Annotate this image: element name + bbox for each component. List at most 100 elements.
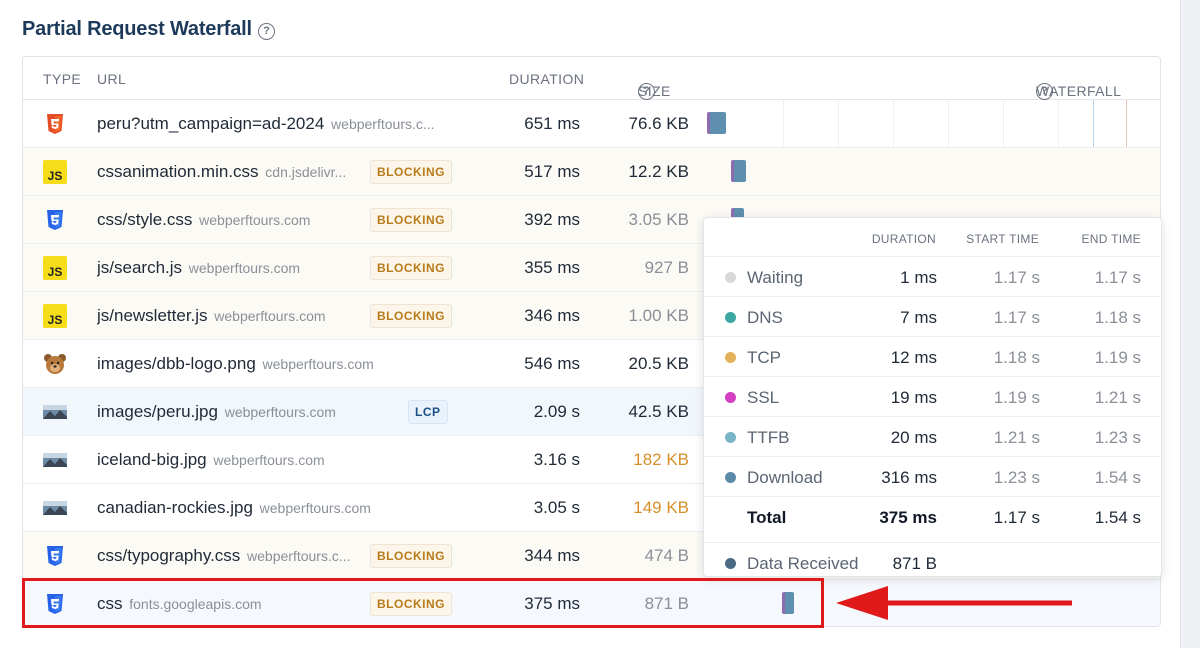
blocking-badge: BLOCKING xyxy=(370,208,452,232)
tooltip-header-start: START TIME xyxy=(966,232,1039,246)
image-thumb-icon xyxy=(43,400,67,424)
request-size: 42.5 KB xyxy=(628,402,690,421)
phase-end: 1.19 s xyxy=(1094,348,1141,367)
request-duration: 355 ms xyxy=(524,258,580,277)
timing-tooltip: DURATION START TIME END TIME Waiting 1 ms… xyxy=(703,217,1162,577)
size-help-icon[interactable]: ? xyxy=(638,83,655,100)
request-duration: 546 ms xyxy=(524,354,580,373)
column-header-type[interactable]: TYPE xyxy=(43,71,81,87)
request-url[interactable]: cssanimation.min.css cdn.jsdelivr... xyxy=(97,162,346,182)
help-icon[interactable]: ? xyxy=(257,22,275,40)
request-duration: 344 ms xyxy=(524,546,580,565)
request-size: 20.5 KB xyxy=(628,354,690,373)
table-row[interactable]: JS cssanimation.min.css cdn.jsdelivr... BL… xyxy=(23,148,1160,196)
phase-start: 1.18 s xyxy=(993,348,1040,367)
request-url[interactable]: css/typography.css webperftours.c... xyxy=(97,546,351,566)
request-url-path: peru?utm_campaign=ad-2024 xyxy=(97,114,325,133)
svg-text:JS: JS xyxy=(48,265,63,279)
request-url[interactable]: images/dbb-logo.png webperftours.com xyxy=(97,354,374,374)
request-url-path: canadian-rockies.jpg xyxy=(97,498,253,517)
request-duration: 651 ms xyxy=(524,114,580,133)
request-url-path: css/style.css xyxy=(97,210,193,229)
request-size: 1.00 KB xyxy=(628,306,690,325)
column-header-url[interactable]: URL xyxy=(97,71,126,87)
blocking-badge: BLOCKING xyxy=(370,256,452,280)
blocking-badge: BLOCKING xyxy=(370,160,452,184)
section-title: Partial Request Waterfall ? xyxy=(22,18,275,41)
section-title-text: Partial Request Waterfall xyxy=(22,18,252,40)
phase-color-dot xyxy=(725,312,736,323)
request-url[interactable]: canadian-rockies.jpg webperftours.com xyxy=(97,498,371,518)
request-size: 149 KB xyxy=(633,498,689,517)
request-duration: 3.05 s xyxy=(533,498,580,517)
request-duration: 517 ms xyxy=(524,162,580,181)
request-host: webperftours.c... xyxy=(247,548,351,564)
waterfall-bar[interactable] xyxy=(731,160,747,182)
tooltip-header-duration: DURATION xyxy=(871,232,936,246)
column-header-duration[interactable]: DURATION xyxy=(509,71,584,87)
table-header: TYPE URL DURATION SIZE ? WATERFALL ? xyxy=(23,57,1160,100)
waterfall-help-icon[interactable]: ? xyxy=(1036,83,1053,100)
request-size: 3.05 KB xyxy=(628,210,690,229)
total-duration: 375 ms xyxy=(879,508,937,527)
request-url-path: iceland-big.jpg xyxy=(97,450,207,469)
phase-end: 1.23 s xyxy=(1094,428,1141,447)
request-url-path: cssanimation.min.css xyxy=(97,162,259,181)
phase-color-dot xyxy=(725,392,736,403)
phase-start: 1.17 s xyxy=(993,268,1040,287)
phase-color-dot xyxy=(725,352,736,363)
received-label: Data Received xyxy=(747,554,859,573)
tooltip-phase-row: DNS 7 ms 1.17 s 1.18 s xyxy=(704,296,1161,336)
tooltip-phase-row: SSL 19 ms 1.19 s 1.21 s xyxy=(704,376,1161,416)
request-host: cdn.jsdelivr... xyxy=(265,164,347,180)
request-duration: 2.09 s xyxy=(533,402,580,421)
phase-label: Waiting xyxy=(747,268,804,287)
request-url[interactable]: css/style.css webperftours.com xyxy=(97,210,310,230)
request-duration: 392 ms xyxy=(524,210,580,229)
selected-row-highlight xyxy=(22,578,824,628)
request-url-path: images/peru.jpg xyxy=(97,402,218,421)
css-icon xyxy=(43,208,67,232)
request-host: webperftours.com xyxy=(262,356,374,372)
request-host: webperftours.com xyxy=(259,500,371,516)
js-icon: JS xyxy=(43,304,67,328)
request-duration: 3.16 s xyxy=(533,450,580,469)
total-label: Total xyxy=(747,508,787,527)
request-host: webperftours.com xyxy=(188,260,301,276)
scrollbar-track[interactable] xyxy=(1180,0,1200,648)
phase-end: 1.18 s xyxy=(1094,308,1141,327)
phase-color-dot xyxy=(725,432,736,443)
total-start: 1.17 s xyxy=(993,508,1040,527)
phase-label: SSL xyxy=(747,388,780,407)
request-url[interactable]: js/search.js webperftours.com xyxy=(97,258,300,278)
tooltip-total-row: Total 375 ms 1.17 s 1.54 s xyxy=(704,496,1161,536)
html-icon xyxy=(43,112,67,136)
request-host: webperftours.com xyxy=(199,212,311,228)
js-icon: JS xyxy=(43,256,67,280)
phase-duration: 20 ms xyxy=(890,428,937,447)
request-url-path: images/dbb-logo.png xyxy=(97,354,256,373)
request-size: 474 B xyxy=(644,546,689,565)
phase-label: Download xyxy=(747,468,823,487)
tooltip-header-end: END TIME xyxy=(1081,232,1141,246)
waterfall-bar[interactable] xyxy=(707,112,726,134)
received-value: 871 B xyxy=(892,554,937,573)
total-end: 1.54 s xyxy=(1094,508,1141,527)
svg-text:JS: JS xyxy=(48,169,63,183)
phase-color-dot xyxy=(725,272,736,283)
table-row[interactable]: peru?utm_campaign=ad-2024 webperftours.c… xyxy=(23,100,1160,148)
phase-start: 1.21 s xyxy=(993,428,1040,447)
request-url[interactable]: iceland-big.jpg webperftours.com xyxy=(97,450,325,470)
request-url[interactable]: images/peru.jpg webperftours.com xyxy=(97,402,336,422)
phase-duration: 7 ms xyxy=(900,308,937,327)
css-icon xyxy=(43,544,67,568)
tooltip-received-row: Data Received 871 B xyxy=(704,542,1161,582)
received-color-dot xyxy=(725,558,736,569)
request-url-path: js/search.js xyxy=(97,258,183,277)
image-thumb-icon xyxy=(43,448,67,472)
request-url[interactable]: js/newsletter.js webperftours.com xyxy=(97,306,326,326)
phase-start: 1.19 s xyxy=(993,388,1040,407)
request-url[interactable]: peru?utm_campaign=ad-2024 webperftours.c… xyxy=(97,114,435,134)
tooltip-phase-row: Waiting 1 ms 1.17 s 1.17 s xyxy=(704,256,1161,296)
phase-duration: 19 ms xyxy=(890,388,937,407)
